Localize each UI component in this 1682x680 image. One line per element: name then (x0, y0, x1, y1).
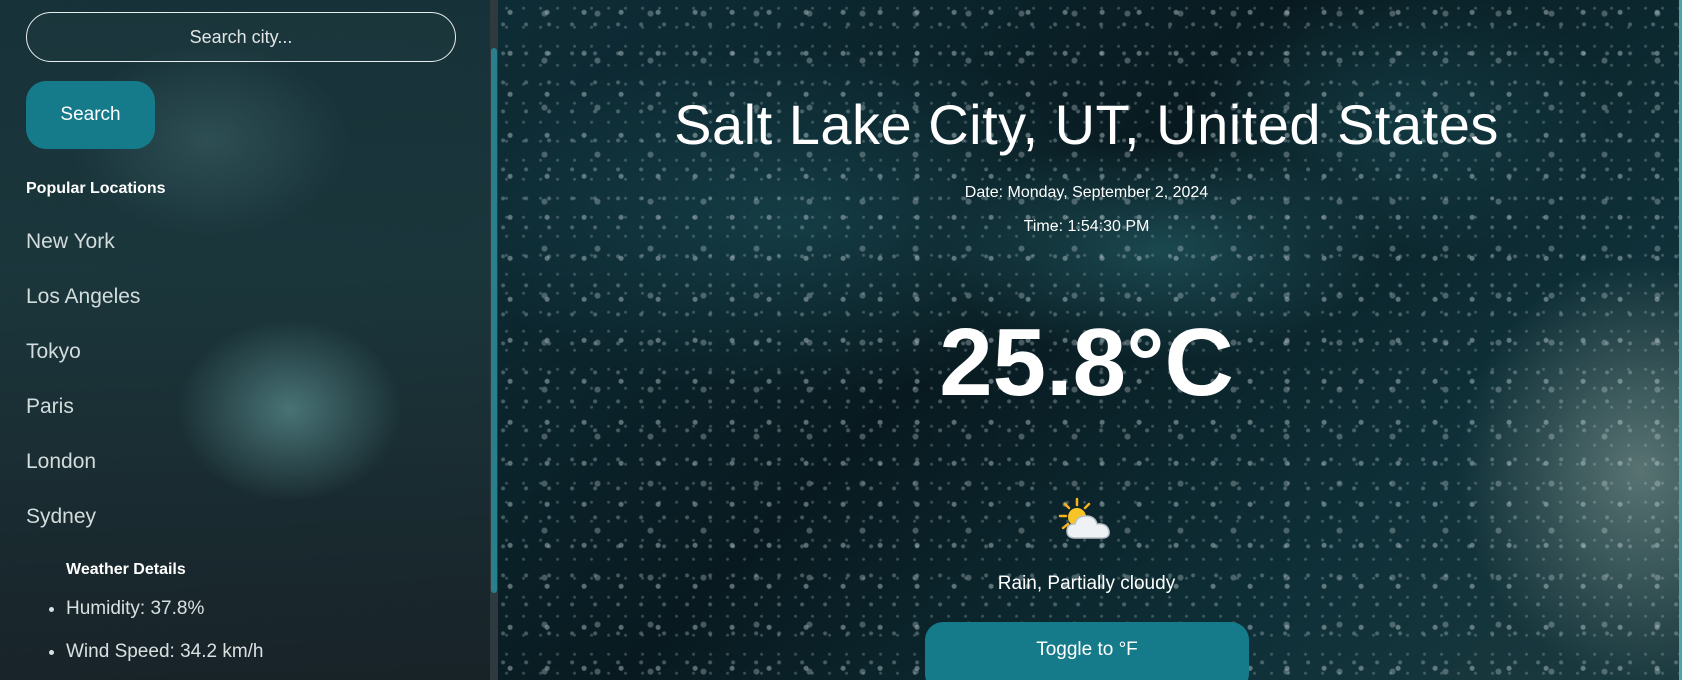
date-text: Date: Monday, September 2, 2024 (964, 184, 1209, 201)
search-button[interactable]: Search (26, 81, 155, 149)
sidebar-scrollbar-thumb[interactable] (491, 48, 497, 593)
toggle-unit-button[interactable]: Toggle to °F (925, 622, 1249, 680)
weather-main: Salt Lake City, UT, United States Date: … (499, 0, 1674, 680)
wind-speed-detail: Wind Speed: 34.2 km/h (66, 639, 264, 680)
location-tokyo[interactable]: Tokyo (26, 336, 140, 391)
condition-text: Rain, Partially cloudy (997, 573, 1176, 594)
location-new-york[interactable]: New York (26, 226, 140, 281)
popular-locations-heading: Popular Locations (26, 180, 166, 197)
search-input[interactable] (26, 12, 456, 62)
location-sydney[interactable]: Sydney (26, 501, 140, 556)
partly-cloudy-icon (1058, 497, 1110, 539)
location-paris[interactable]: Paris (26, 391, 140, 446)
location-los-angeles[interactable]: Los Angeles (26, 281, 140, 336)
location-london[interactable]: London (26, 446, 140, 501)
humidity-detail: Humidity: 37.8% (66, 596, 264, 639)
weather-details-heading: Weather Details (66, 561, 186, 578)
weather-details-list: Humidity: 37.8% Wind Speed: 34.2 km/h (66, 596, 264, 680)
city-title: Salt Lake City, UT, United States (674, 93, 1499, 156)
temperature-display: 25.8°C (939, 309, 1234, 416)
sidebar: Search Popular Locations New York Los An… (0, 0, 490, 680)
popular-locations-list: New York Los Angeles Tokyo Paris London … (26, 226, 140, 556)
time-text: Time: 1:54:30 PM (1023, 218, 1150, 235)
